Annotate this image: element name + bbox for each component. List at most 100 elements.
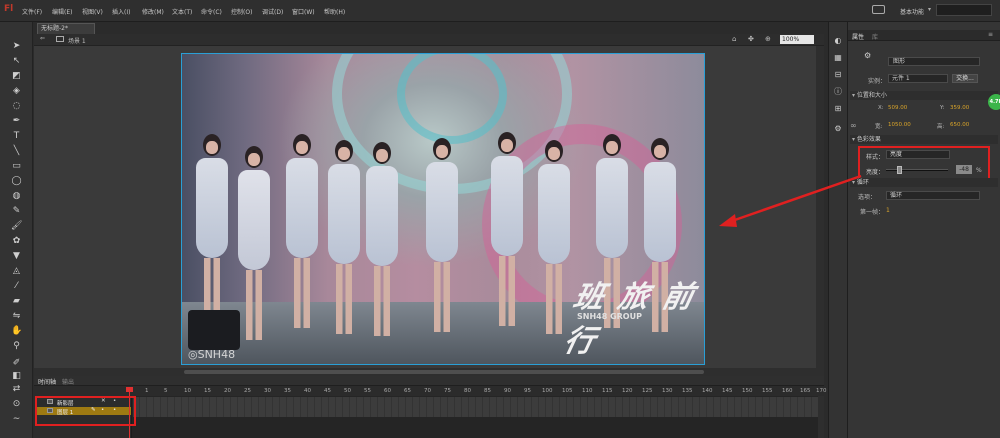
center-stage-icon[interactable]: ⊕ (765, 35, 771, 43)
brightness-field[interactable]: -48 (956, 165, 972, 174)
frame-number: 1 (145, 388, 149, 394)
brush-tool-icon[interactable]: 🖌 (11, 221, 22, 232)
height-label: 高: (937, 124, 945, 130)
snap-icon[interactable]: ⊙ (11, 399, 22, 410)
zoom-select[interactable]: 100% (780, 35, 814, 44)
width-tool-icon[interactable]: ⇋ (11, 311, 22, 322)
options-select[interactable]: 循环 (886, 191, 980, 200)
workspace-switcher[interactable]: 基本功能 (900, 7, 924, 16)
tab-library[interactable]: 库 (872, 32, 878, 41)
menu-window[interactable]: 窗口(W) (292, 7, 315, 16)
text-tool-icon[interactable]: T (11, 131, 22, 142)
menu-help[interactable]: 帮助(H) (324, 7, 345, 16)
breadcrumb-scene[interactable]: 场景 1 (68, 36, 86, 45)
menu-edit[interactable]: 编辑(E) (52, 7, 72, 16)
swatches-icon[interactable]: ▦ (833, 53, 843, 63)
edit-scene-icon[interactable]: ⌂ (732, 35, 736, 43)
frame-number: 5 (164, 388, 168, 394)
pencil-tool-icon[interactable]: ✎ (11, 206, 22, 217)
x-value[interactable]: 509.00 (888, 105, 907, 111)
swap-button[interactable]: 交换... (952, 74, 978, 83)
color-panel-icon[interactable]: ◐ (833, 36, 843, 46)
menu-file[interactable]: 文件(F) (22, 7, 42, 16)
instance-field[interactable]: 元件 1 (888, 74, 948, 83)
frame-number: 160 (782, 388, 793, 394)
width-label: 宽: (875, 124, 883, 130)
eraser-icon[interactable]: ▰ (11, 296, 22, 307)
menu-commands[interactable]: 命令(C) (201, 7, 222, 16)
frame-number: 70 (424, 388, 431, 394)
polystar-tool-icon[interactable]: ◍ (11, 191, 22, 202)
back-arrow-icon[interactable]: ⇐ (40, 35, 45, 42)
swap-colors-icon[interactable]: ⇄ (11, 384, 22, 395)
lasso-icon[interactable]: ◌ (11, 101, 22, 112)
oval-tool-icon[interactable]: ◯ (11, 176, 22, 187)
frame-number: 150 (742, 388, 753, 394)
stroke-color-icon[interactable]: ✐ (11, 358, 22, 369)
performer (487, 132, 527, 342)
transform-icon[interactable]: ⊞ (833, 104, 843, 114)
3d-rotation-icon[interactable]: ◈ (11, 86, 22, 97)
pen-tool-icon[interactable]: ✒ (11, 116, 22, 127)
zoom-tool-icon[interactable]: ⚲ (11, 341, 22, 352)
tab-timeline[interactable]: 时间轴 (38, 377, 56, 386)
eyedropper-icon[interactable]: ⁄ (11, 281, 22, 292)
tab-properties[interactable]: 属性 (852, 32, 864, 41)
edit-symbol-icon[interactable]: ✤ (748, 35, 754, 43)
instance-label: 实例： (868, 78, 887, 85)
scrollbar-thumb[interactable] (184, 370, 704, 374)
section-position-size[interactable]: ▾ 位置和大小 (850, 91, 998, 100)
width-value[interactable]: 1050.00 (888, 122, 911, 128)
panel-menu-icon[interactable]: ≡ (988, 31, 993, 38)
smooth-icon[interactable]: ∼ (11, 414, 22, 425)
frame-number: 130 (662, 388, 673, 394)
symbol-type-select[interactable]: 图形 (888, 57, 980, 66)
first-frame-value[interactable]: 1 (886, 207, 890, 214)
ink-bottle-icon[interactable]: ◬ (11, 266, 22, 277)
tab-output[interactable]: 输出 (62, 377, 74, 386)
document-tab[interactable]: 无标题-2* (37, 23, 95, 34)
line-tool-icon[interactable]: ╲ (11, 146, 22, 157)
selection-tool-icon[interactable]: ➤ (11, 41, 22, 52)
frame-number: 155 (762, 388, 773, 394)
info-icon[interactable]: ⓘ (833, 87, 843, 97)
annotation-arrow (719, 174, 862, 227)
x-label: X: (878, 105, 884, 111)
section-label: 色彩效果 (856, 136, 881, 143)
y-value[interactable]: 359.00 (950, 105, 969, 111)
paint-bucket-icon[interactable]: ▼ (11, 251, 22, 262)
chevron-down-icon[interactable]: ▾ (928, 6, 931, 13)
brightness-slider[interactable] (886, 169, 948, 171)
align-icon[interactable]: ⊟ (833, 70, 843, 80)
frame-number: 50 (344, 388, 351, 394)
slider-handle[interactable] (897, 166, 902, 174)
search-input[interactable] (936, 4, 992, 16)
fill-color-icon[interactable]: ◧ (11, 371, 22, 382)
app-logo: Fl (4, 4, 14, 14)
timeline-scrollbar[interactable] (818, 396, 824, 438)
hand-tool-icon[interactable]: ✋ (11, 326, 22, 337)
rectangle-tool-icon[interactable]: ▭ (11, 161, 22, 172)
frame-number: 100 (542, 388, 553, 394)
frame-grid[interactable] (133, 397, 823, 417)
menu-text[interactable]: 文本(T) (172, 7, 192, 16)
stage-canvas[interactable]: 班 旅 前 行 SNH48 GROUP ◎SNH48 (181, 53, 705, 365)
frame-number: 45 (324, 388, 331, 394)
subselection-tool-icon[interactable]: ↖ (11, 56, 22, 67)
menu-modify[interactable]: 修改(M) (142, 7, 164, 16)
deco-tool-icon[interactable]: ✿ (11, 236, 22, 247)
workspace-icon[interactable] (872, 5, 885, 14)
menu-control[interactable]: 控制(O) (231, 7, 252, 16)
section-color-effect[interactable]: ▾ 色彩效果 (850, 135, 998, 144)
menu-insert[interactable]: 插入(I) (112, 7, 130, 16)
frame-number: 20 (224, 388, 231, 394)
code-icon[interactable]: ⚙ (833, 124, 843, 134)
frame-number: 10 (184, 388, 191, 394)
menu-view[interactable]: 视图(V) (82, 7, 103, 16)
free-transform-icon[interactable]: ◩ (11, 71, 22, 82)
menu-debug[interactable]: 调试(D) (262, 7, 283, 16)
height-value[interactable]: 650.00 (950, 122, 969, 128)
style-select[interactable]: 亮度 (886, 150, 950, 159)
link-icon[interactable]: ∞ (850, 121, 857, 130)
section-loop[interactable]: ▾ 循环 (850, 178, 998, 187)
